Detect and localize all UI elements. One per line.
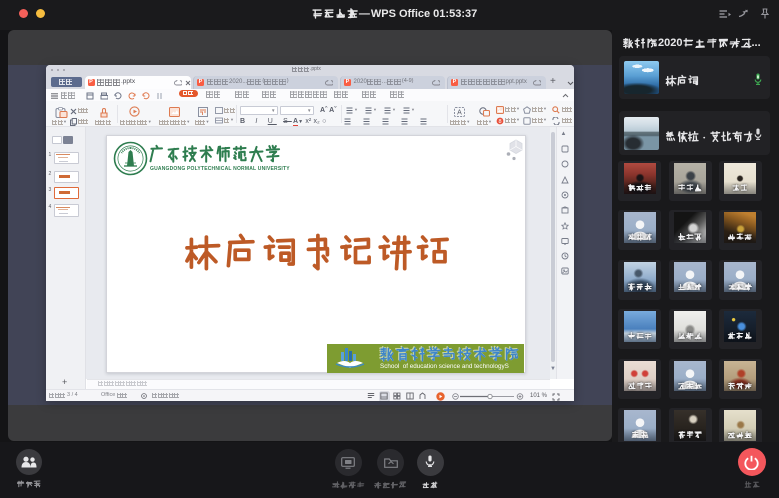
svg-text:8: 8 — [498, 119, 501, 125]
svg-text:A: A — [457, 109, 462, 116]
